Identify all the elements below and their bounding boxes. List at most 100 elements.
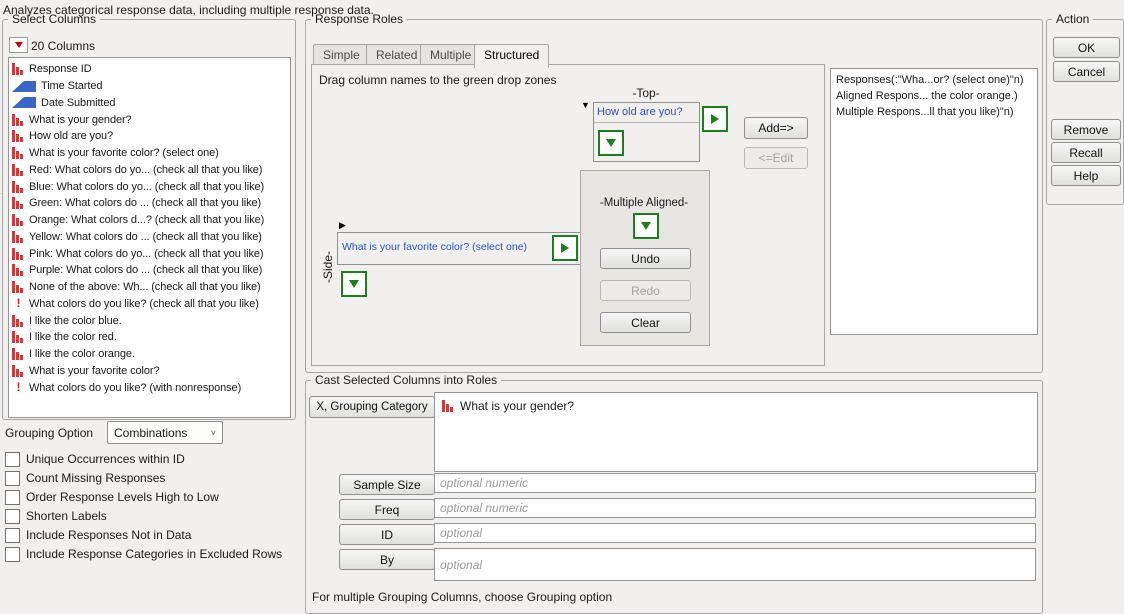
column-label: Date Submitted — [41, 97, 115, 109]
nominal-column-icon — [12, 264, 25, 276]
grouping-category-value[interactable]: What is your gender? — [460, 399, 574, 413]
column-label: What is your favorite color? — [29, 365, 159, 377]
column-list-item[interactable]: Date Submitted — [9, 95, 290, 112]
top-play-button[interactable] — [702, 106, 728, 132]
column-list-item[interactable]: Pink: What colors do yo... (check all th… — [9, 245, 290, 262]
top-drop-zone[interactable] — [598, 130, 624, 156]
undo-button[interactable]: Undo — [600, 248, 691, 269]
freq-button[interactable]: Freq — [339, 499, 435, 520]
checkbox[interactable] — [5, 471, 20, 486]
column-label: Pink: What colors do yo... (check all th… — [29, 248, 263, 260]
column-list-item[interactable]: Time Started — [9, 78, 290, 95]
nominal-column-icon — [12, 231, 25, 243]
cancel-button[interactable]: Cancel — [1053, 61, 1120, 82]
column-list-item[interactable]: What colors do you like? (check all that… — [9, 296, 290, 313]
top-disclosure-triangle-icon[interactable]: ▼ — [581, 101, 590, 110]
column-list-item[interactable]: Blue: What colors do yo... (check all th… — [9, 178, 290, 195]
column-label: Time Started — [41, 80, 102, 92]
side-drop-zone[interactable] — [341, 271, 367, 297]
add-button[interactable]: Add=> — [744, 117, 808, 139]
checkbox-label: Unique Occurrences within ID — [26, 452, 185, 466]
grouping-option-select[interactable]: Combinations ˅ — [107, 421, 223, 444]
responses-list[interactable]: Responses(:"Wha...or? (select one)"n) Al… — [830, 68, 1038, 335]
by-input[interactable] — [434, 548, 1036, 581]
tab-simple[interactable]: Simple — [313, 44, 370, 66]
tab-related[interactable]: Related — [366, 44, 427, 66]
column-list-item[interactable]: How old are you? — [9, 128, 290, 145]
multiple-aligned-drop-zone[interactable] — [633, 213, 659, 239]
response-entry[interactable]: Aligned Respons... the color orange.) — [831, 88, 1037, 104]
help-button[interactable]: Help — [1051, 165, 1121, 186]
column-list-item[interactable]: What is your favorite color? (select one… — [9, 145, 290, 162]
ok-button[interactable]: OK — [1053, 37, 1120, 58]
column-list[interactable]: Response ID Time Started Date Submitted … — [8, 57, 291, 418]
top-column-value[interactable]: How old are you? — [594, 103, 699, 123]
checkbox[interactable] — [5, 547, 20, 562]
side-play-button[interactable] — [552, 235, 578, 261]
remove-button[interactable]: Remove — [1051, 119, 1121, 140]
green-triangle-right-icon — [561, 243, 569, 253]
checkbox-label: Order Response Levels High to Low — [26, 490, 219, 504]
column-label: What colors do you like? (check all that… — [29, 298, 259, 310]
continuous-column-icon — [12, 81, 36, 92]
sample-size-input[interactable] — [434, 473, 1036, 493]
checkbox-row-count-missing[interactable]: Count Missing Responses — [5, 470, 165, 486]
nominal-column-icon — [12, 281, 25, 293]
column-list-item[interactable]: None of the above: Wh... (check all that… — [9, 279, 290, 296]
id-button[interactable]: ID — [339, 524, 435, 545]
columns-disclosure-button[interactable] — [9, 37, 28, 53]
column-list-item[interactable]: What is your favorite color? — [9, 363, 290, 380]
checkbox-row-unique-occurrences[interactable]: Unique Occurrences within ID — [5, 451, 185, 467]
column-label: What is your gender? — [29, 114, 132, 126]
nominal-column-icon — [12, 348, 25, 360]
column-label: I like the color orange. — [29, 348, 135, 360]
by-button[interactable]: By — [339, 549, 435, 570]
top-column-box[interactable]: How old are you? — [593, 102, 700, 162]
checkbox-row-include-responses[interactable]: Include Responses Not in Data — [5, 527, 191, 543]
tab-structured[interactable]: Structured — [474, 44, 549, 68]
select-columns-title: Select Columns — [8, 13, 100, 26]
column-label: How old are you? — [29, 130, 113, 142]
side-disclosure-triangle-icon[interactable]: ▶ — [339, 221, 346, 230]
checkbox[interactable] — [5, 509, 20, 524]
column-label: Green: What colors do ... (check all tha… — [29, 197, 261, 209]
response-entry[interactable]: Multiple Respons...ll that you like)"n) — [831, 104, 1037, 120]
column-list-item[interactable]: Response ID — [9, 61, 290, 78]
column-list-item[interactable]: Green: What colors do ... (check all tha… — [9, 195, 290, 212]
continuous-column-icon — [12, 97, 36, 108]
column-list-item[interactable]: I like the color orange. — [9, 346, 290, 363]
checkbox-row-include-excluded[interactable]: Include Response Categories in Excluded … — [5, 546, 282, 562]
column-list-item[interactable]: Yellow: What colors do ... (check all th… — [9, 229, 290, 246]
side-zone-label: -Side- — [321, 229, 335, 283]
freq-input[interactable] — [434, 498, 1036, 518]
response-roles-title: Response Roles — [311, 13, 407, 26]
side-column-value[interactable]: What is your favorite color? (select one… — [342, 241, 527, 253]
tab-multiple[interactable]: Multiple — [420, 44, 481, 66]
column-list-item[interactable]: Purple: What colors do ... (check all th… — [9, 262, 290, 279]
recall-button[interactable]: Recall — [1051, 142, 1121, 163]
column-list-item[interactable]: What is your gender? — [9, 111, 290, 128]
green-triangle-right-icon — [711, 114, 719, 124]
response-entry[interactable]: Responses(:"Wha...or? (select one)"n) — [831, 72, 1037, 88]
side-column-box[interactable]: What is your favorite color? (select one… — [337, 232, 581, 265]
checkbox[interactable] — [5, 452, 20, 467]
id-input[interactable] — [434, 523, 1036, 543]
column-list-item[interactable]: What colors do you like? (with nonrespon… — [9, 379, 290, 396]
nominal-column-icon — [12, 181, 25, 193]
grouping-category-box[interactable]: What is your gender? — [434, 392, 1038, 472]
column-list-item[interactable]: I like the color red. — [9, 329, 290, 346]
checkbox[interactable] — [5, 490, 20, 505]
column-list-item[interactable]: Orange: What colors d...? (check all tha… — [9, 212, 290, 229]
column-label: Response ID — [29, 63, 92, 75]
nominal-column-icon — [12, 164, 25, 176]
sample-size-button[interactable]: Sample Size — [339, 474, 435, 495]
column-list-item[interactable]: Red: What colors do yo... (check all tha… — [9, 162, 290, 179]
column-list-item[interactable]: I like the color blue. — [9, 312, 290, 329]
checkbox-row-order-response[interactable]: Order Response Levels High to Low — [5, 489, 219, 505]
edit-button: <=Edit — [744, 147, 808, 169]
clear-button[interactable]: Clear — [600, 312, 691, 333]
checkbox[interactable] — [5, 528, 20, 543]
checkbox-label: Shorten Labels — [26, 509, 107, 523]
x-grouping-category-button[interactable]: X, Grouping Category — [309, 396, 435, 418]
checkbox-row-shorten-labels[interactable]: Shorten Labels — [5, 508, 107, 524]
